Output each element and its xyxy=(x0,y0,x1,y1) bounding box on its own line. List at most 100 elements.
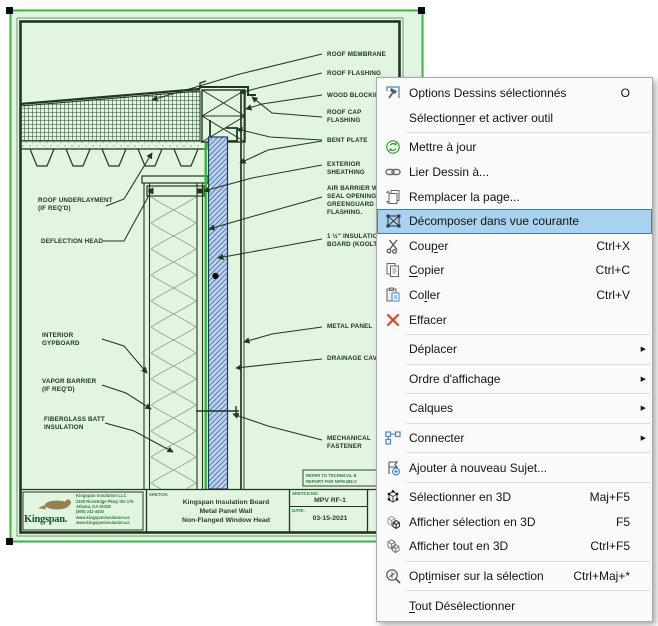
label-exterior-sheathing: SHEATHING xyxy=(327,169,365,176)
submenu-arrow-icon: ▶ xyxy=(634,375,646,383)
handle-bottom-left[interactable] xyxy=(6,538,13,545)
svg-text:DATE:: DATE: xyxy=(292,508,305,513)
label-roof-cap-flashing: FLASHING xyxy=(327,117,360,124)
menu-item-afficher-selection-en-3d[interactable]: Afficher sélection en 3D F5 xyxy=(377,510,652,535)
menu-item-shortcut: O xyxy=(621,86,630,100)
copy-icon xyxy=(383,262,402,278)
menu-item-decomposer-dans-vue-courante[interactable]: Décomposer dans vue courante xyxy=(377,209,652,234)
menu-item-ordre-d-affichage[interactable]: Ordre d'affichage ▶ xyxy=(377,367,652,392)
menu-item-label: Calques xyxy=(409,401,616,415)
menu-item-ajouter-a-nouveau-sujet[interactable]: Ajouter à nouveau Sujet... xyxy=(377,455,652,480)
svg-text:Kingspan Insulation Board: Kingspan Insulation Board xyxy=(183,499,269,506)
menu-item-options-dessins-selectionnes[interactable]: Options Dessins sélectionnés O xyxy=(377,81,652,106)
menu-separator xyxy=(407,590,650,591)
menu-item-shortcut: Ctrl+Maj+* xyxy=(573,569,630,583)
cut-icon xyxy=(383,238,402,254)
select-3d-icon xyxy=(383,489,402,505)
menu-item-label: Coller xyxy=(409,288,582,302)
svg-text:(800) 241-4402: (800) 241-4402 xyxy=(76,509,105,514)
menu-item-mettre-a-jour[interactable]: Mettre à jour xyxy=(377,135,652,160)
blank-icon xyxy=(383,371,402,387)
menu-item-label: Sélectionner et activer outil xyxy=(409,111,616,125)
menu-separator xyxy=(407,561,650,562)
label-mechanical-fastener: FASTENER xyxy=(327,443,362,450)
menu-item-afficher-tout-en-3d[interactable]: Afficher tout en 3DCtrl+F5 xyxy=(377,534,652,559)
label-roof-flashing: ROOF FLASHING xyxy=(327,70,381,77)
menu-item-label: Lier Dessin à... xyxy=(409,165,616,179)
blank-icon xyxy=(383,400,402,416)
svg-text:Kingspan Insulation LLC: Kingspan Insulation LLC xyxy=(76,493,127,498)
connect-icon xyxy=(383,430,402,446)
handle-top-left[interactable] xyxy=(6,7,13,14)
handle-top-right[interactable] xyxy=(418,7,425,14)
label-air-barrier: FLASHING. xyxy=(327,209,362,216)
deflection-head-track xyxy=(147,186,204,196)
menu-item-selectionner-en-3d[interactable]: Sélectionner en 3DMaj+F5 xyxy=(377,485,652,510)
menu-separator xyxy=(407,482,650,483)
svg-text:GREENGUARD: GREENGUARD xyxy=(327,201,374,208)
svg-text:ROOF CAP: ROOF CAP xyxy=(327,109,361,116)
menu-item-label: Déplacer xyxy=(409,342,616,356)
menu-separator xyxy=(407,393,650,394)
menu-item-deplacer[interactable]: Déplacer ▶ xyxy=(377,337,652,362)
label-roof-membrane: ROOF MEMBRANE xyxy=(327,51,386,58)
menu-separator xyxy=(407,423,650,424)
options-icon xyxy=(383,85,402,101)
menu-item-shortcut: Maj+F5 xyxy=(590,490,630,504)
label-drainage-cavity: DRAINAGE CAV xyxy=(327,355,378,362)
svg-text:FIBERGLASS BATT: FIBERGLASS BATT xyxy=(44,416,105,423)
menu-item-remplacer-la-page[interactable]: Remplacer la page... xyxy=(377,184,652,209)
svg-text:VAPOR BARRIER: VAPOR BARRIER xyxy=(42,378,97,385)
menu-item-shortcut: F5 xyxy=(616,515,630,529)
paste-icon xyxy=(383,287,402,303)
submenu-arrow-icon: ▶ xyxy=(634,345,646,353)
menu-item-label: Ordre d'affichage xyxy=(409,372,616,386)
menu-item-label: Mettre à jour xyxy=(409,140,616,154)
handle-center[interactable] xyxy=(212,273,218,279)
link-icon xyxy=(383,164,402,180)
menu-item-optimiser-sur-la-selection[interactable]: Optimiser sur la sélection Ctrl+Maj+* xyxy=(377,564,652,589)
svg-text:1 ½" INSULATIO: 1 ½" INSULATIO xyxy=(327,232,378,240)
svg-text:MECHANICAL: MECHANICAL xyxy=(327,435,371,442)
menu-item-calques[interactable]: Calques ▶ xyxy=(377,396,652,421)
menu-item-shortcut: Ctrl+X xyxy=(596,239,630,253)
menu-item-coller[interactable]: CollerCtrl+V xyxy=(377,283,652,308)
label-fiberglass-batt: INSULATION xyxy=(44,424,84,431)
menu-item-label: Couper xyxy=(409,239,582,253)
menu-item-selectionner-et-activer-outil[interactable]: Sélectionner et activer outil xyxy=(377,106,652,131)
submenu-arrow-icon: ▶ xyxy=(634,404,646,412)
svg-text:www.kingspaninsulation.ca: www.kingspaninsulation.ca xyxy=(75,520,130,525)
menu-item-label: Options Dessins sélectionnés xyxy=(409,86,607,100)
label-bent-plate: BENT PLATE xyxy=(327,137,368,144)
air-barrier-line xyxy=(205,143,207,489)
svg-text:SKETCH NO:: SKETCH NO: xyxy=(292,491,319,496)
optimize-icon xyxy=(383,568,402,584)
show-sel-3d-icon xyxy=(383,514,402,530)
svg-text:AIR BARRIER W: AIR BARRIER W xyxy=(327,185,378,192)
svg-text:REPORT FOR NFPA285 C: REPORT FOR NFPA285 C xyxy=(306,479,357,484)
label-interior-gypboard: GYPBOARD xyxy=(42,340,80,347)
menu-item-label: Ajouter à nouveau Sujet... xyxy=(409,461,616,475)
menu-item-label: Afficher sélection en 3D xyxy=(409,515,602,529)
menu-item-label: Optimiser sur la sélection xyxy=(409,569,559,583)
menu-item-copier[interactable]: Copier Ctrl+C xyxy=(377,258,652,283)
svg-text:Metal Panel Wall: Metal Panel Wall xyxy=(199,508,252,515)
menu-item-effacer[interactable]: Effacer xyxy=(377,307,652,332)
menu-item-shortcut: Ctrl+C xyxy=(596,263,630,277)
menu-item-tout-deselectionner[interactable]: Tout Désélectionner xyxy=(377,593,652,618)
menu-item-couper[interactable]: Couper Ctrl+X xyxy=(377,234,652,259)
menu-item-label: Copier xyxy=(409,263,582,277)
menu-separator xyxy=(407,452,650,453)
menu-item-label: Connecter xyxy=(409,431,616,445)
menu-item-connecter[interactable]: Connecter ▶ xyxy=(377,426,652,451)
menu-separator xyxy=(407,132,650,133)
label-vapor-barrier: (IF REQ'D) xyxy=(42,386,75,393)
submenu-arrow-icon: ▶ xyxy=(634,434,646,442)
add-subject-icon xyxy=(383,460,402,476)
menu-item-lier-dessin-a[interactable]: Lier Dessin à... xyxy=(377,160,652,185)
label-metal-panel: METAL PANEL xyxy=(327,323,372,330)
blank-icon xyxy=(383,598,402,614)
label-deflection-head: DEFLECTION HEAD xyxy=(41,238,103,245)
svg-text:ROOF UNDERLAYMENT: ROOF UNDERLAYMENT xyxy=(38,197,113,204)
insulation-board xyxy=(209,137,228,489)
